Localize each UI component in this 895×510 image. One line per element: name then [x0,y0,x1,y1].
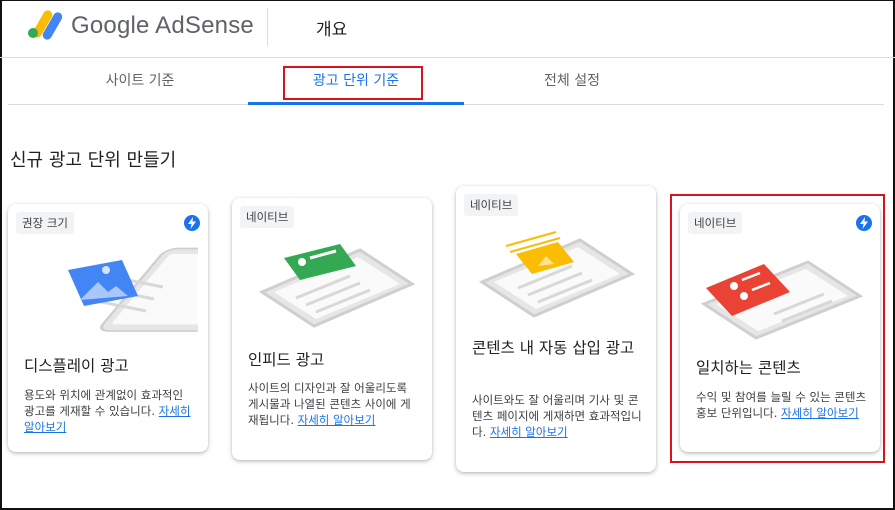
card-display-ad[interactable]: 권장 크기 디스플레이 광고 용도와 위치에 관계없이 효과적인 광고를 게재할… [8,204,208,452]
section-title: 신규 광고 단위 만들기 [10,150,177,171]
bolt-icon [184,215,200,231]
card-chip: 네이티브 [240,206,295,228]
phone-illustration-icon [68,247,198,332]
tab-bar: 사이트 기준 광고 단위 기준 전체 설정 [8,58,884,105]
tab-all-settings[interactable]: 전체 설정 [472,58,672,105]
card-description: 용도와 위치에 관계없이 효과적인 광고를 게재할 수 있습니다. 자세히 알아… [24,387,196,435]
phone-illustration-icon [258,244,416,328]
card-highlight-box [670,194,885,463]
card-chip: 권장 크기 [16,212,74,234]
card-in-article-ad[interactable]: 네이티브 콘텐츠 내 자동 삽입 광고 사이트와도 잘 어울리며 기사 및 콘텐… [456,186,656,472]
card-title: 인피드 광고 [248,351,325,369]
card-description: 사이트의 디자인과 잘 어울리도록 게시물과 나열된 콘텐츠 사이에 게재됩니다… [248,380,420,428]
header-divider [267,8,268,46]
learn-more-link[interactable]: 자세히 알아보기 [490,425,568,439]
card-chip: 네이티브 [464,194,519,216]
app-logo-text: Google AdSense [71,12,254,39]
active-tab-indicator [248,102,464,105]
card-description: 사이트와도 잘 어울리며 기사 및 콘텐츠 페이지에 게재하면 효과적입니다. … [472,392,646,440]
app-header: Google AdSense 개요 [0,0,895,58]
learn-more-link[interactable]: 자세히 알아보기 [298,413,376,427]
card-title: 디스플레이 광고 [24,357,129,375]
card-title: 콘텐츠 내 자동 삽입 광고 [472,339,635,357]
adsense-logo-icon [28,10,62,40]
page-title: 개요 [316,20,348,40]
tab-by-site[interactable]: 사이트 기준 [40,58,240,105]
tab-highlight-box [283,66,423,100]
card-in-feed-ad[interactable]: 네이티브 인피드 광고 사이트의 디자인과 잘 어울리도록 게시물과 나열된 콘… [232,198,432,460]
phone-illustration-icon [478,231,636,318]
